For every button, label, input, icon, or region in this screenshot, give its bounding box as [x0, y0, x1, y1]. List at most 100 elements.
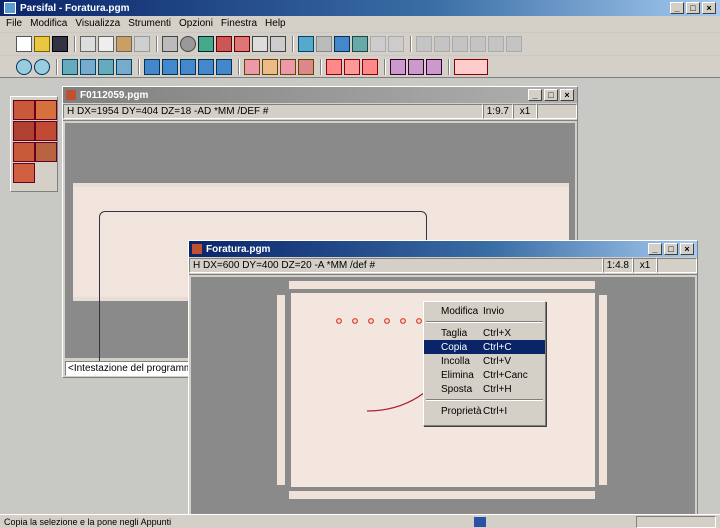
monitor-icon[interactable] — [198, 36, 214, 52]
context-menu: Modifica Invio Taglia Ctrl+X Copia Ctrl+… — [423, 301, 546, 426]
layers-icon[interactable] — [352, 36, 368, 52]
print-icon[interactable] — [162, 36, 178, 52]
drill-hole[interactable] — [384, 318, 390, 324]
disabled-3-icon[interactable] — [416, 36, 432, 52]
zoom-in-icon[interactable] — [16, 58, 32, 75]
shape-n-icon[interactable] — [408, 58, 424, 75]
op-5-icon[interactable] — [216, 58, 232, 75]
menu-item-taglia[interactable]: Taglia Ctrl+X — [424, 326, 545, 340]
machine-alt-icon[interactable] — [234, 36, 250, 52]
op-drill-icon[interactable] — [13, 121, 35, 141]
app-title: Parsifal - Foratura.pgm — [20, 2, 130, 14]
zoom-out-icon[interactable] — [34, 58, 50, 75]
op-3-icon[interactable] — [180, 58, 196, 75]
op-drill-2-icon[interactable] — [35, 121, 57, 141]
menu-item-incolla[interactable]: Incolla Ctrl+V — [424, 354, 545, 368]
doc-icon — [192, 244, 202, 254]
back-minimize-button[interactable]: _ — [528, 89, 542, 101]
menu-file[interactable]: File — [6, 18, 22, 30]
draw-path-icon[interactable] — [98, 58, 114, 75]
menu-modifica[interactable]: Modifica — [30, 18, 67, 30]
menu-item-modifica[interactable]: Modifica Invio — [424, 304, 545, 318]
arc-toolpath[interactable] — [366, 388, 430, 412]
drill-hole[interactable] — [352, 318, 358, 324]
menu-item-copia[interactable]: Copia Ctrl+C — [424, 340, 545, 354]
maximize-button[interactable]: □ — [686, 2, 700, 14]
back-maximize-button[interactable]: □ — [544, 89, 558, 101]
front-header-line[interactable]: H DX=600 DY=400 DZ=20 -A *MM /def # — [189, 258, 603, 273]
drill-hole[interactable] — [336, 318, 342, 324]
draw-rect-icon[interactable] — [62, 58, 78, 75]
menu-separator — [426, 399, 543, 401]
axis-y-icon[interactable] — [362, 58, 378, 75]
tool-path-icon[interactable] — [298, 36, 314, 52]
close-button[interactable]: × — [702, 2, 716, 14]
back-header-line[interactable]: H DX=1954 DY=404 DZ=18 -AD *MM /DEF # — [63, 104, 483, 119]
front-empty-field — [657, 258, 697, 273]
matrix-icon[interactable] — [454, 58, 488, 75]
op-milling-icon[interactable] — [13, 142, 35, 162]
op-4-icon[interactable] — [198, 58, 214, 75]
undo-icon[interactable] — [134, 36, 150, 52]
new-file-icon[interactable] — [16, 36, 32, 52]
front-zoom: x1 — [633, 258, 657, 273]
machine-icon[interactable] — [216, 36, 232, 52]
op-boring-icon[interactable] — [13, 100, 35, 120]
disabled-4-icon[interactable] — [434, 36, 450, 52]
table-icon[interactable] — [334, 36, 350, 52]
pattern-3-icon[interactable] — [280, 58, 296, 75]
drill-hole[interactable] — [416, 318, 422, 324]
disabled-7-icon[interactable] — [488, 36, 504, 52]
draw-cross-icon[interactable] — [80, 58, 96, 75]
paste-icon[interactable] — [116, 36, 132, 52]
help-icon[interactable] — [252, 36, 268, 52]
menu-help[interactable]: Help — [265, 18, 286, 30]
back-empty-field — [537, 104, 577, 119]
context-help-icon[interactable] — [270, 36, 286, 52]
pattern-2-icon[interactable] — [262, 58, 278, 75]
disabled-5-icon[interactable] — [452, 36, 468, 52]
shape-c-icon[interactable] — [426, 58, 442, 75]
shape-u-icon[interactable] — [390, 58, 406, 75]
pattern-4-icon[interactable] — [298, 58, 314, 75]
window-front-titlebar: Foratura.pgm _ □ × — [189, 241, 697, 257]
menu-item-elimina[interactable]: Elimina Ctrl+Canc — [424, 368, 545, 382]
menu-opzioni[interactable]: Opzioni — [179, 18, 213, 30]
save-icon[interactable] — [52, 36, 68, 52]
front-minimize-button[interactable]: _ — [648, 243, 662, 255]
front-panel-frame-top — [289, 281, 595, 289]
op-2-icon[interactable] — [162, 58, 178, 75]
front-maximize-button[interactable]: □ — [664, 243, 678, 255]
disabled-2-icon[interactable] — [388, 36, 404, 52]
back-close-button[interactable]: × — [560, 89, 574, 101]
menu-strumenti[interactable]: Strumenti — [128, 18, 171, 30]
axis-x-icon[interactable] — [344, 58, 360, 75]
op-1-icon[interactable] — [144, 58, 160, 75]
settings-icon[interactable] — [180, 36, 196, 52]
pattern-1-icon[interactable] — [244, 58, 260, 75]
op-text-icon[interactable] — [13, 163, 35, 183]
drill-hole[interactable] — [368, 318, 374, 324]
disabled-6-icon[interactable] — [470, 36, 486, 52]
disabled-1-icon[interactable] — [370, 36, 386, 52]
op-boring-2-icon[interactable] — [35, 100, 57, 120]
open-folder-icon[interactable] — [34, 36, 50, 52]
grid-icon[interactable] — [316, 36, 332, 52]
menu-visualizza[interactable]: Visualizza — [75, 18, 120, 30]
back-zoom: x1 — [513, 104, 537, 119]
minimize-button[interactable]: _ — [670, 2, 684, 14]
menu-item-sposta[interactable]: Sposta Ctrl+H — [424, 382, 545, 396]
doc-icon — [66, 90, 76, 100]
menu-item-proprieta[interactable]: Proprietà Ctrl+I — [424, 404, 545, 418]
drill-hole[interactable] — [400, 318, 406, 324]
menu-finestra[interactable]: Finestra — [221, 18, 257, 30]
front-close-button[interactable]: × — [680, 243, 694, 255]
copy-icon[interactable] — [98, 36, 114, 52]
axis-x-minus-icon[interactable] — [326, 58, 342, 75]
app-titlebar: Parsifal - Foratura.pgm _ □ × — [0, 0, 720, 16]
disabled-8-icon[interactable] — [506, 36, 522, 52]
op-check-icon[interactable] — [35, 142, 57, 162]
front-scale: 1:4.8 — [603, 258, 633, 273]
draw-arc-icon[interactable] — [116, 58, 132, 75]
cut-icon[interactable] — [80, 36, 96, 52]
